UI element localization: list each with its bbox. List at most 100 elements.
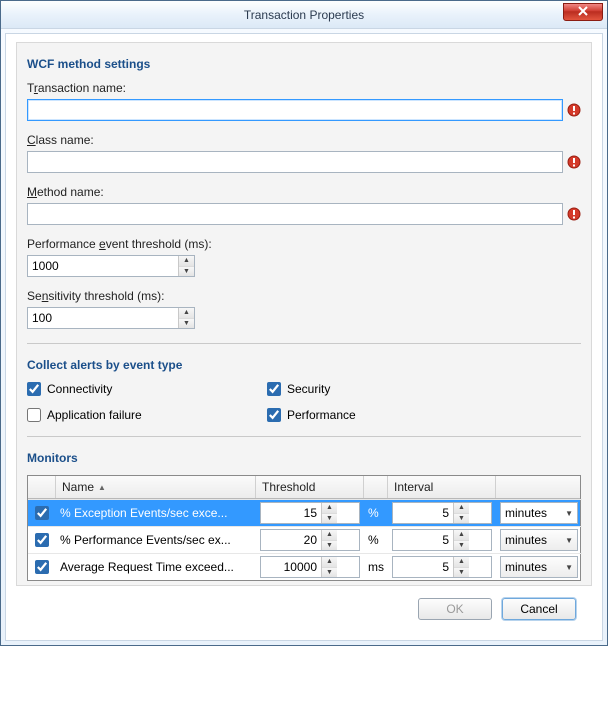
- method-name-input[interactable]: [27, 203, 563, 225]
- close-button[interactable]: [563, 3, 603, 21]
- combo-value: minutes: [505, 506, 547, 520]
- row-name: % Performance Events/sec ex...: [56, 526, 256, 553]
- separator: [27, 436, 581, 437]
- col-check[interactable]: [28, 476, 56, 498]
- app-failure-check-input[interactable]: [27, 408, 41, 422]
- row-threshold-unit: ms: [364, 553, 388, 580]
- perf-threshold-input[interactable]: [28, 256, 178, 276]
- row-threshold-spinner[interactable]: ▲▼: [260, 502, 360, 524]
- spin-down-icon[interactable]: ▼: [454, 541, 469, 551]
- dialog-window: Transaction Properties WCF method settin…: [0, 0, 608, 646]
- spinner-buttons[interactable]: ▲▼: [321, 503, 337, 523]
- section-monitors-title: Monitors: [27, 451, 581, 465]
- row-threshold-input[interactable]: [261, 503, 321, 523]
- spin-up-icon[interactable]: ▲: [454, 503, 469, 514]
- sens-threshold-label: Sensitivity threshold (ms):: [27, 289, 581, 303]
- performance-checkbox[interactable]: Performance: [267, 408, 581, 422]
- window-title: Transaction Properties: [244, 8, 364, 22]
- row-threshold-unit: %: [364, 499, 388, 526]
- form-panel: WCF method settings Transaction name: Cl…: [16, 42, 592, 586]
- spin-up-icon[interactable]: ▲: [322, 503, 337, 514]
- spin-down-icon[interactable]: ▼: [179, 267, 194, 277]
- row-check-input[interactable]: [35, 560, 49, 574]
- combo-value: minutes: [505, 533, 547, 547]
- table-row[interactable]: Average Request Time exceed...▲▼ms▲▼minu…: [28, 553, 580, 580]
- row-interval-input[interactable]: [393, 530, 453, 550]
- spin-down-icon[interactable]: ▼: [454, 514, 469, 524]
- row-threshold-spinner[interactable]: ▲▼: [260, 556, 360, 578]
- spinner-buttons[interactable]: ▲▼: [178, 256, 194, 276]
- row-check-cell[interactable]: [28, 553, 56, 580]
- row-threshold-input[interactable]: [261, 530, 321, 550]
- table-row[interactable]: % Performance Events/sec ex...▲▼%▲▼minut…: [28, 526, 580, 553]
- row-interval-unit-cell: minutes▼: [496, 553, 582, 580]
- table-row[interactable]: % Exception Events/sec exce...▲▼%▲▼minut…: [28, 499, 580, 526]
- security-checkbox[interactable]: Security: [267, 382, 581, 396]
- dialog-buttons: OK Cancel: [16, 586, 592, 630]
- security-check-input[interactable]: [267, 382, 281, 396]
- close-icon: [578, 5, 588, 19]
- row-threshold-spinner[interactable]: ▲▼: [260, 529, 360, 551]
- spin-down-icon[interactable]: ▼: [179, 319, 194, 329]
- spinner-buttons[interactable]: ▲▼: [453, 530, 469, 550]
- row-interval-unit-combo[interactable]: minutes ▼: [500, 502, 578, 524]
- transaction-name-input[interactable]: [27, 99, 563, 121]
- class-name-input[interactable]: [27, 151, 563, 173]
- ok-button[interactable]: OK: [418, 598, 492, 620]
- combo-value: minutes: [505, 560, 547, 574]
- row-interval-cell: ▲▼: [388, 526, 496, 553]
- row-interval-input[interactable]: [393, 503, 453, 523]
- cancel-button[interactable]: Cancel: [502, 598, 576, 620]
- spin-up-icon[interactable]: ▲: [454, 557, 469, 568]
- spin-up-icon[interactable]: ▲: [179, 308, 194, 319]
- row-check-cell[interactable]: [28, 499, 56, 526]
- sens-threshold-input[interactable]: [28, 308, 178, 328]
- spinner-buttons[interactable]: ▲▼: [321, 557, 337, 577]
- chevron-down-icon: ▼: [565, 509, 573, 518]
- spin-down-icon[interactable]: ▼: [322, 568, 337, 578]
- row-interval-unit-combo[interactable]: minutes▼: [500, 556, 578, 578]
- row-check-input[interactable]: [35, 506, 49, 520]
- titlebar: Transaction Properties: [1, 1, 607, 29]
- row-name: % Exception Events/sec exce...: [56, 499, 256, 526]
- col-threshold[interactable]: Threshold: [256, 476, 364, 498]
- row-check-cell[interactable]: [28, 526, 56, 553]
- row-threshold-cell: ▲▼: [256, 553, 364, 580]
- row-interval-cell: ▲▼: [388, 553, 496, 580]
- spin-up-icon[interactable]: ▲: [322, 530, 337, 541]
- spinner-buttons[interactable]: ▲▼: [178, 308, 194, 328]
- app-failure-checkbox[interactable]: Application failure: [27, 408, 267, 422]
- row-interval-spinner[interactable]: ▲▼: [392, 502, 492, 524]
- performance-check-input[interactable]: [267, 408, 281, 422]
- row-interval-spinner[interactable]: ▲▼: [392, 556, 492, 578]
- client-area: WCF method settings Transaction name: Cl…: [5, 33, 603, 641]
- spinner-buttons[interactable]: ▲▼: [321, 530, 337, 550]
- error-icon: [567, 103, 581, 117]
- spin-up-icon[interactable]: ▲: [322, 557, 337, 568]
- row-threshold-unit: %: [364, 526, 388, 553]
- spinner-buttons[interactable]: ▲▼: [453, 503, 469, 523]
- row-check-input[interactable]: [35, 533, 49, 547]
- separator: [27, 343, 581, 344]
- row-threshold-cell: ▲▼: [256, 526, 364, 553]
- connectivity-check-input[interactable]: [27, 382, 41, 396]
- spin-up-icon[interactable]: ▲: [454, 530, 469, 541]
- method-name-label: Method name:: [27, 185, 581, 199]
- row-interval-input[interactable]: [393, 557, 453, 577]
- section-wcf-title: WCF method settings: [27, 57, 581, 71]
- error-icon: [567, 155, 581, 169]
- spin-down-icon[interactable]: ▼: [322, 514, 337, 524]
- row-interval-unit-combo[interactable]: minutes▼: [500, 529, 578, 551]
- col-interval[interactable]: Interval: [388, 476, 496, 498]
- spin-down-icon[interactable]: ▼: [454, 568, 469, 578]
- row-threshold-cell: ▲▼: [256, 499, 364, 526]
- spinner-buttons[interactable]: ▲▼: [453, 557, 469, 577]
- perf-threshold-spinner[interactable]: ▲▼: [27, 255, 195, 277]
- row-interval-spinner[interactable]: ▲▼: [392, 529, 492, 551]
- spin-down-icon[interactable]: ▼: [322, 541, 337, 551]
- col-name[interactable]: Name▲: [56, 476, 256, 498]
- row-threshold-input[interactable]: [261, 557, 321, 577]
- sens-threshold-spinner[interactable]: ▲▼: [27, 307, 195, 329]
- spin-up-icon[interactable]: ▲: [179, 256, 194, 267]
- connectivity-checkbox[interactable]: Connectivity: [27, 382, 267, 396]
